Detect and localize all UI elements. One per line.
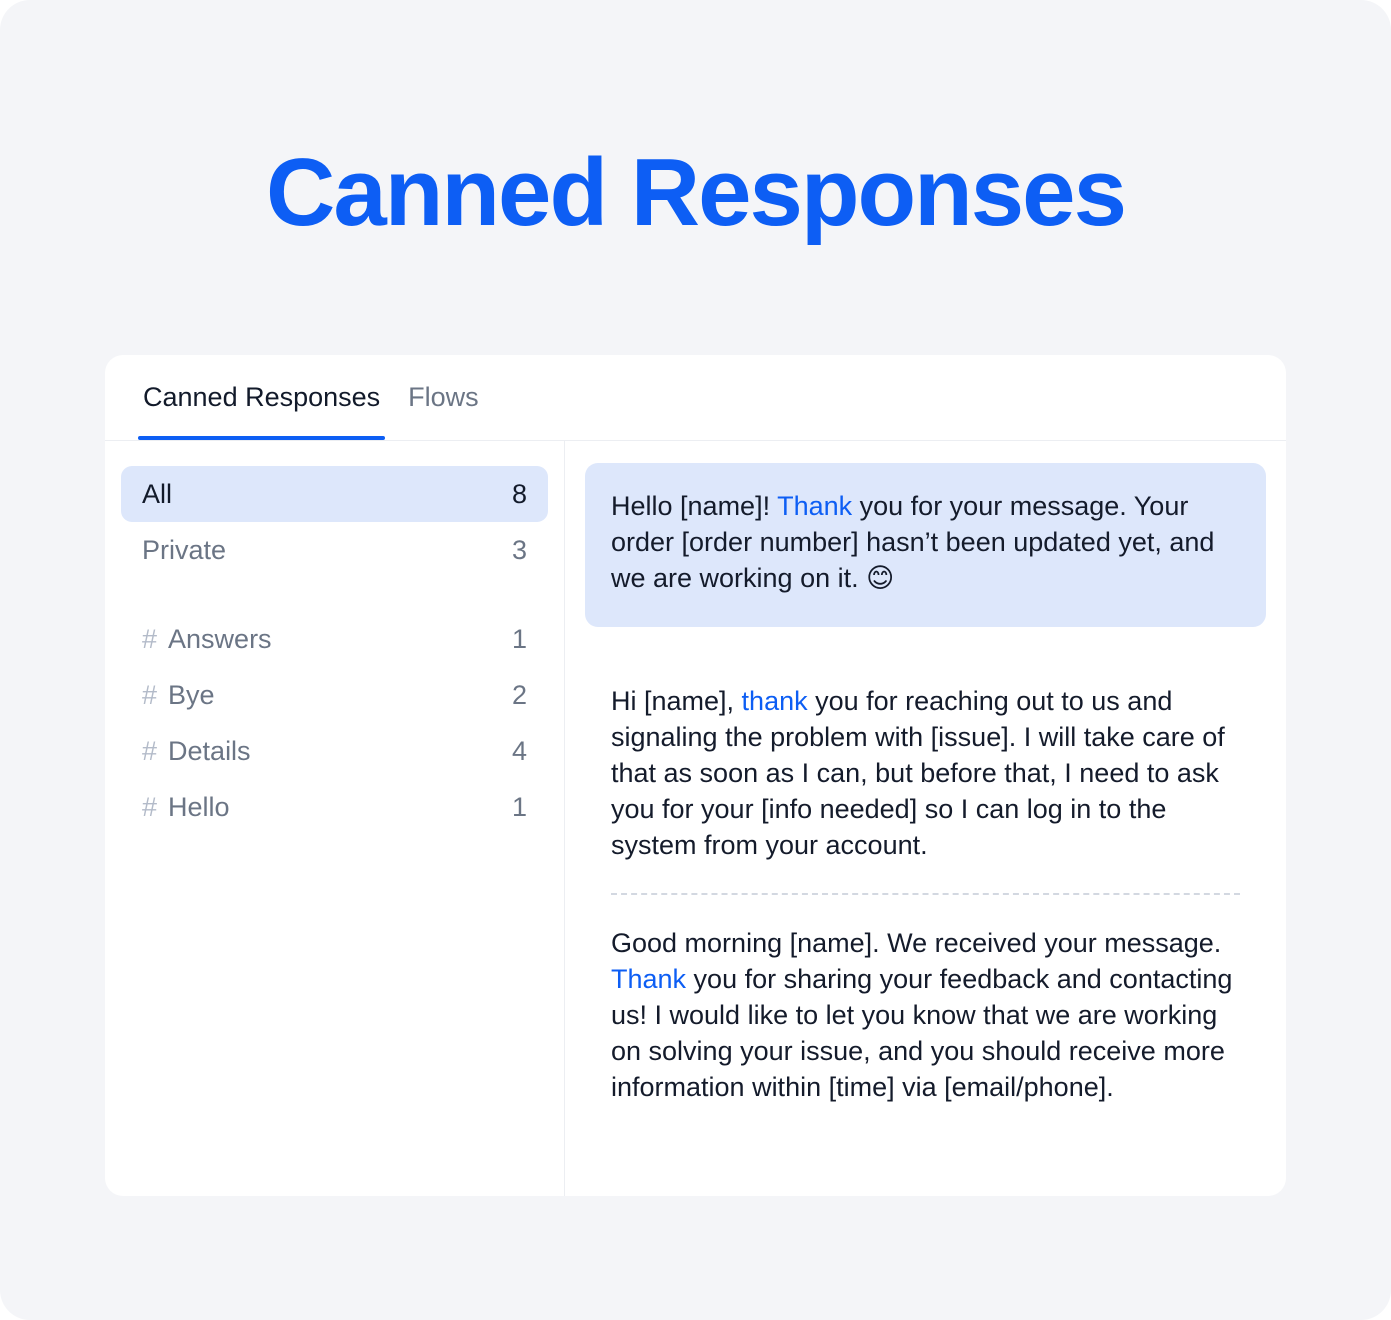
sidebar-item-bye[interactable]: # Bye 2 (121, 667, 548, 723)
tabbar: Canned Responses Flows (105, 355, 1286, 441)
response-keyword: Thank (611, 964, 687, 994)
sidebar-item-bye-count: 2 (511, 679, 527, 710)
response-text-post: you for sharing your feedback and contac… (611, 964, 1233, 1102)
response-item[interactable]: Hi [name], thank you for reaching out to… (585, 683, 1266, 863)
response-text-pre: Hello [name]! (611, 491, 778, 521)
tab-canned-responses-label: Canned Responses (143, 382, 381, 412)
response-item[interactable]: Good morning [name]. We received your me… (585, 925, 1266, 1105)
sidebar-item-details[interactable]: # Details 4 (121, 723, 548, 779)
sidebar-item-answers-label: Answers (168, 623, 272, 654)
tab-flows[interactable]: Flows (394, 355, 493, 440)
sidebar-item-hello-count: 1 (511, 791, 527, 822)
tab-canned-responses[interactable]: Canned Responses (129, 355, 394, 440)
response-text-pre: Good morning [name]. We received your me… (611, 928, 1222, 958)
smiling-face-emoji-icon: 😊 (866, 563, 895, 594)
sidebar-item-all-count: 8 (511, 478, 527, 509)
hash-icon: # (142, 791, 158, 822)
response-keyword: Thank (777, 491, 853, 521)
sidebar-item-answers[interactable]: # Answers 1 (121, 611, 548, 667)
sidebar-group-divider (121, 578, 548, 611)
sidebar-item-private-count: 3 (511, 534, 527, 565)
sidebar-item-details-label-wrap: # Details (142, 736, 251, 767)
hash-icon: # (142, 735, 158, 766)
sidebar-item-bye-label: Bye (168, 679, 215, 710)
hash-icon: # (142, 679, 158, 710)
response-text-pre: Hi [name], (611, 686, 742, 716)
sidebar-item-all[interactable]: All 8 (121, 466, 548, 522)
response-list: Hello [name]! Thank you for your message… (565, 441, 1286, 1196)
card-body: All 8 Private 3 # Answers 1 # Bye 2 # De… (105, 441, 1286, 1196)
sidebar-item-answers-label-wrap: # Answers (142, 624, 272, 655)
tab-flows-label: Flows (408, 382, 479, 412)
page-root: Canned Responses Canned Responses Flows … (0, 0, 1391, 1320)
page-title: Canned Responses (266, 139, 1127, 246)
sidebar-item-hello-label-wrap: # Hello (142, 792, 230, 823)
sidebar-item-bye-label-wrap: # Bye (142, 680, 215, 711)
sidebar-item-details-label: Details (168, 735, 251, 766)
hash-icon: # (142, 623, 158, 654)
sidebar-item-details-count: 4 (511, 735, 527, 766)
canned-responses-card: Canned Responses Flows All 8 Private 3 #… (105, 355, 1286, 1196)
sidebar-item-all-label: All (142, 478, 173, 509)
sidebar-item-private-label: Private (142, 534, 227, 565)
response-keyword: thank (741, 686, 808, 716)
category-sidebar: All 8 Private 3 # Answers 1 # Bye 2 # De… (105, 441, 565, 1196)
sidebar-item-answers-count: 1 (511, 623, 527, 654)
sidebar-item-private[interactable]: Private 3 (121, 522, 548, 578)
sidebar-item-hello-label: Hello (168, 791, 230, 822)
response-item[interactable]: Hello [name]! Thank you for your message… (585, 463, 1266, 627)
sidebar-item-hello[interactable]: # Hello 1 (121, 779, 548, 835)
